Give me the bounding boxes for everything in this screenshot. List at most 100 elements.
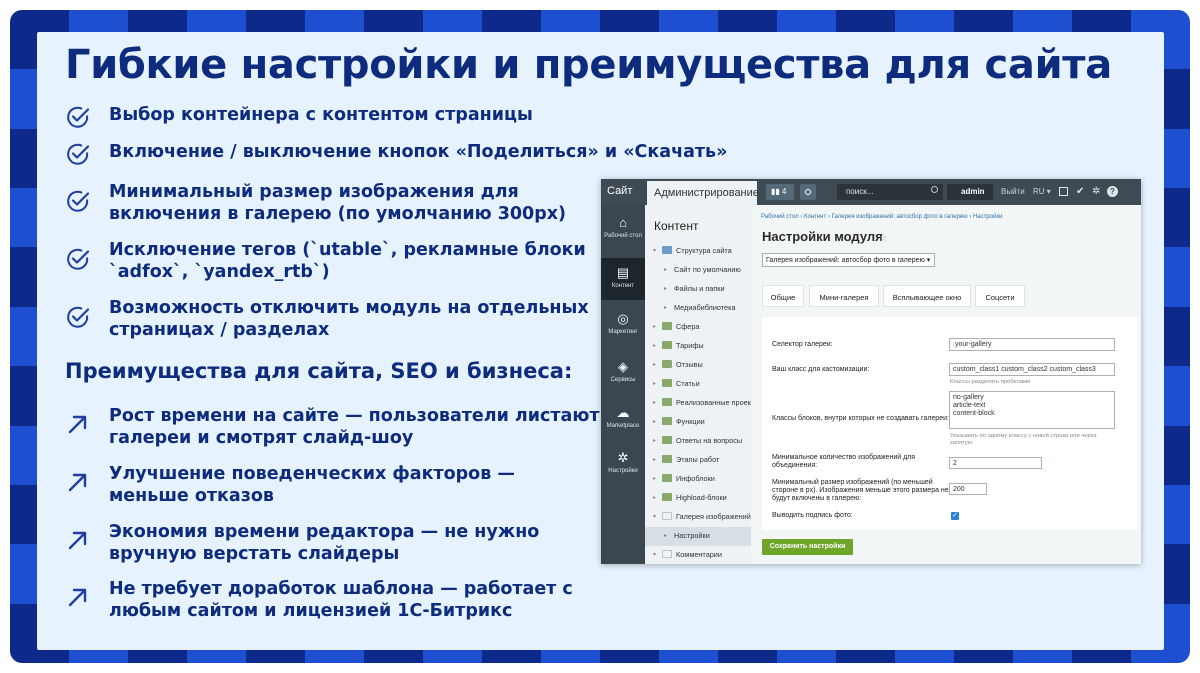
folder-icon: [662, 379, 672, 387]
min-count-input[interactable]: 2: [949, 457, 1042, 469]
custom-class-input[interactable]: custom_class1 custom_class2 custom_class…: [949, 363, 1115, 376]
administration-tab[interactable]: Администрирование: [647, 181, 759, 205]
language-select[interactable]: RU ▾: [1033, 187, 1051, 196]
sidebar-item-desktop[interactable]: ⌂ Рабочий стол: [601, 213, 645, 253]
expand-arrow-icon[interactable]: ▸: [653, 323, 656, 330]
site-tab[interactable]: Сайт: [607, 185, 632, 197]
expand-arrow-icon[interactable]: ▸: [664, 532, 667, 539]
benefit-text: Улучшение поведенческих факторов — меньше…: [109, 464, 515, 506]
gear-icon[interactable]: ✲: [1092, 186, 1100, 197]
folder-icon: [662, 322, 672, 330]
expand-arrow-icon[interactable]: ▸: [653, 342, 656, 349]
tree-item[interactable]: ▸ Тарифы: [645, 337, 751, 356]
user-button[interactable]: admin: [947, 184, 993, 200]
tab-general[interactable]: Общие: [762, 285, 804, 307]
save-button[interactable]: Сохранить настройки: [762, 539, 853, 555]
expand-arrow-icon[interactable]: ▸: [653, 475, 656, 482]
benefit-item: Экономия времени редактора — не нужно вру…: [65, 521, 539, 565]
exclude-classes-textarea[interactable]: no-gallery article-text content-block: [949, 391, 1115, 429]
tree-item-label: Комментарии: [676, 550, 722, 559]
admin-search-input[interactable]: поиск...: [837, 184, 943, 200]
settings-circle-icon[interactable]: [800, 184, 816, 200]
tab-social[interactable]: Соцсети: [975, 285, 1025, 307]
arrow-up-right-icon: [68, 473, 87, 492]
tree-item[interactable]: ▾ Структура сайта: [645, 242, 751, 261]
expand-arrow-icon[interactable]: ▾: [653, 513, 656, 520]
content-icon: ▤: [616, 265, 630, 280]
tree-item[interactable]: ▸ Ответы на вопросы: [645, 432, 751, 451]
tree-item-label: Реализованные проекты: [676, 398, 751, 407]
caption-checkbox[interactable]: ✓: [951, 512, 959, 520]
pin-icon[interactable]: ✔: [1076, 186, 1084, 197]
settings-panel: Селектор галереи: .your-gallery Ваш клас…: [762, 317, 1138, 530]
tree-item-label: Сфера: [676, 322, 700, 331]
tree-item[interactable]: ▸ Реализованные проекты: [645, 394, 751, 413]
tree-item[interactable]: ▸ Файлы и папки: [645, 280, 751, 299]
tree-item-label: Настройки: [674, 531, 710, 540]
search-icon[interactable]: [931, 186, 938, 193]
expand-arrow-icon[interactable]: ▸: [664, 304, 667, 311]
sidebar-item-content[interactable]: ▤ Контент: [601, 258, 645, 300]
notifications-badge[interactable]: ▮▮ 4: [766, 184, 794, 200]
tree-item[interactable]: ▸ Сфера: [645, 318, 751, 337]
feature-item: Включение / выключение кнопок «Поделитьс…: [65, 141, 727, 167]
admin-topbar: Сайт Администрирование ▮▮ 4 поиск... adm…: [601, 179, 1141, 205]
tree-item[interactable]: ▸ Функции: [645, 413, 751, 432]
tree-item[interactable]: ▾ Галерея изображений: автосбор: [645, 508, 751, 527]
expand-arrow-icon[interactable]: ▸: [653, 494, 656, 501]
field-hint: Указывать по одному классу с новой строк…: [950, 433, 1097, 446]
tree-item-label: Отзывы: [676, 360, 703, 369]
tree-item-label: Галерея изображений: автосбор: [676, 512, 751, 521]
min-size-input[interactable]: 200: [949, 483, 987, 495]
tree-item-label: Статьи: [676, 379, 700, 388]
folder-icon: [662, 341, 672, 349]
star-icon[interactable]: ☆: [878, 231, 888, 244]
check-circle-icon: [67, 106, 90, 128]
gallery-selector-input[interactable]: .your-gallery: [949, 338, 1115, 351]
arrow-up-right-icon: [68, 531, 87, 550]
expand-arrow-icon[interactable]: ▾: [653, 247, 656, 254]
arrow-up-right-icon: [68, 415, 87, 434]
feature-item: Выбор контейнера с контентом страницы: [65, 104, 533, 130]
help-icon[interactable]: ?: [1107, 186, 1118, 197]
tree-item[interactable]: ▸ Отзывы: [645, 356, 751, 375]
expand-arrow-icon[interactable]: ▸: [653, 399, 656, 406]
window-icon[interactable]: [1059, 187, 1068, 196]
breadcrumb[interactable]: Рабочий стол › Контент › Галерея изображ…: [761, 214, 1002, 220]
tree-item[interactable]: ▸ Сайт по умолчанию: [645, 261, 751, 280]
admin-screenshot: Сайт Администрирование ▮▮ 4 поиск... adm…: [601, 179, 1141, 564]
field-label: Минимальный размер изображений (по меньш…: [772, 479, 949, 502]
benefit-text: Экономия времени редактора — не нужно вру…: [109, 522, 540, 564]
tree-item[interactable]: ▸ Медиабиблиотека: [645, 299, 751, 318]
check-circle-icon: [67, 306, 90, 328]
tree-item[interactable]: ▾ Комментарии: [645, 546, 751, 564]
benefit-text: Рост времени на сайте — пользователи лис…: [109, 406, 600, 448]
content-tree: Контент ▾ Структура сайта ▸ Сайт по умолчан…: [645, 205, 751, 564]
expand-arrow-icon[interactable]: ▸: [653, 361, 656, 368]
field-label: Классы блоков, внутри которых не создава…: [772, 415, 949, 422]
tree-item[interactable]: ▸ Этапы работ: [645, 451, 751, 470]
expand-arrow-icon[interactable]: ▸: [653, 380, 656, 387]
page-title: Настройки модуля: [762, 229, 883, 244]
sidebar-item-marketplace[interactable]: ☁ Marketplace: [601, 403, 645, 443]
tree-item[interactable]: ▸ Инфоблоки: [645, 470, 751, 489]
expand-arrow-icon[interactable]: ▸: [664, 266, 667, 273]
sidebar-item-settings[interactable]: ✲ Настройки: [601, 448, 645, 488]
expand-arrow-icon[interactable]: ▸: [664, 285, 667, 292]
tab-popup[interactable]: Всплывающее окно: [883, 285, 971, 307]
tree-item[interactable]: ▸ Настройки: [645, 527, 751, 546]
logout-link[interactable]: Выйти: [1001, 187, 1025, 196]
expand-arrow-icon[interactable]: ▾: [653, 551, 656, 558]
tree-item-label: Файлы и папки: [674, 284, 725, 293]
tab-mini-gallery[interactable]: Мини-галерея: [809, 285, 879, 307]
tree-item[interactable]: ▸ Статьи: [645, 375, 751, 394]
module-select[interactable]: Галерея изображений: автосбор фото в гал…: [762, 253, 935, 267]
sidebar-item-services[interactable]: ◈ Сервисы: [601, 357, 645, 397]
expand-arrow-icon[interactable]: ▸: [653, 437, 656, 444]
sidebar-item-marketing[interactable]: ◎ Маркетинг: [601, 309, 645, 349]
tree-item-label: Ответы на вопросы: [676, 436, 743, 445]
expand-arrow-icon[interactable]: ▸: [653, 418, 656, 425]
tree-item[interactable]: ▸ Highload-блоки: [645, 489, 751, 508]
expand-arrow-icon[interactable]: ▸: [653, 456, 656, 463]
tree-item-label: Медиабиблиотека: [674, 303, 736, 312]
